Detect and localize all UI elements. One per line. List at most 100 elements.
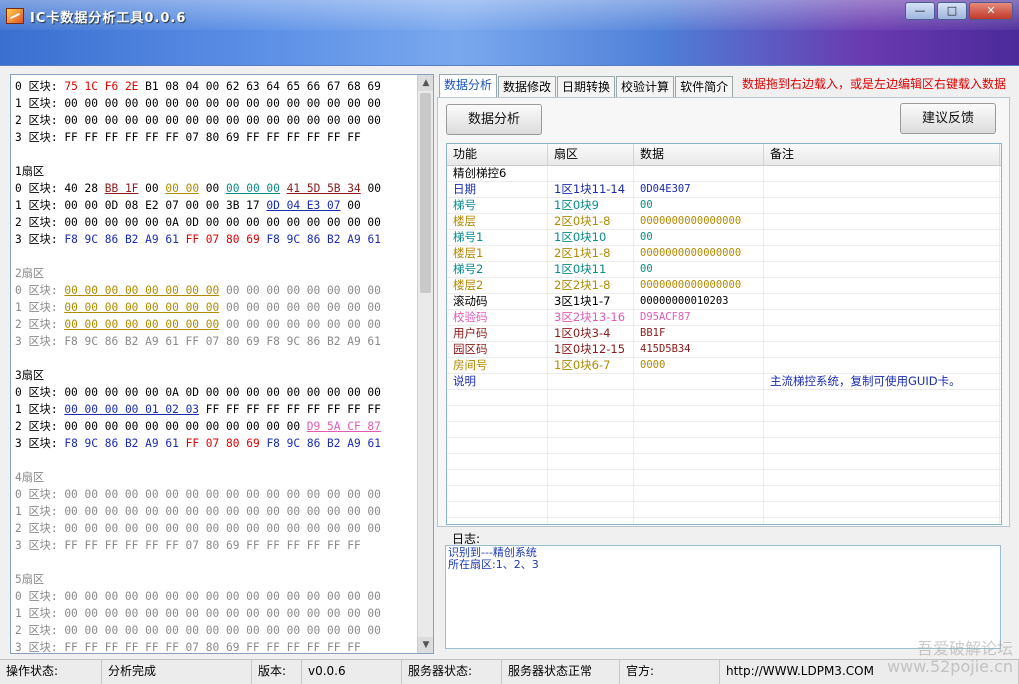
result-grid[interactable]: 功能 扇区 数据 备注 精创梯控6 日期 1区1块11-14 0D04E307 梯号 1区… [446,143,1002,525]
hex-segment: FF FF FF FF FF FF FF FF FF [199,403,381,416]
table-cell [447,422,548,437]
table-cell: 1区0块3-4 [548,326,634,341]
hex-segment [179,437,186,450]
table-cell [764,214,1000,229]
table-row[interactable]: 用户码 1区0块3-4 BB1F [447,326,1001,342]
table-cell [548,518,634,524]
hex-line: 0 区块: 00 00 00 00 00 0A 0D 00 00 00 00 0… [15,384,415,401]
hex-line: 3 区块: FF FF FF FF FF FF 07 80 69 FF FF F… [15,639,415,654]
table-cell: 0000000000000000 [634,278,764,293]
hex-segment: 0 区块: 00 00 00 00 00 0A 0D 00 00 00 00 0… [15,386,381,399]
title-bar[interactable]: IC卡数据分析工具0.0.6 — □ ✕ [0,0,1019,66]
table-row[interactable]: 房间号 1区0块6-7 0000 [447,358,1001,374]
hex-line: 2 区块: 00 00 00 00 00 00 00 00 00 00 00 0… [15,622,415,639]
grid-header: 功能 扇区 数据 备注 [447,144,1001,166]
hex-segment: 1 区块: 00 00 00 00 00 00 00 00 00 00 00 0… [15,505,381,518]
hex-segment: FF 07 80 69 [185,233,260,246]
hex-segment: 3 区块: FF FF FF FF FF FF 07 80 69 FF FF F… [15,641,361,654]
table-cell [764,454,1000,469]
table-cell [634,166,764,181]
table-row[interactable]: 梯号2 1区0块11 00 [447,262,1001,278]
window-title: IC卡数据分析工具0.0.6 [30,11,187,26]
table-cell [634,374,764,389]
table-row[interactable]: 说明 主流梯控系统，复制可使用GUID卡。 [447,374,1001,390]
table-cell: 1区0块11 [548,262,634,277]
table-cell: 1区0块10 [548,230,634,245]
close-button[interactable]: ✕ [969,2,1013,20]
table-cell: 1区1块11-14 [548,182,634,197]
scroll-up-icon[interactable]: ▲ [418,75,433,91]
table-cell: BB1F [634,326,764,341]
tab-bar: 数据分析 数据修改 日期转换 校验计算 软件简介 [439,74,734,97]
table-cell [764,246,1000,261]
hex-editor[interactable]: 0 区块: 75 1C F6 2E B1 08 04 00 62 63 64 6… [10,74,434,654]
hex-segment: 41 5D 5B 34 [286,182,361,195]
header-data[interactable]: 数据 [634,144,764,165]
header-note[interactable]: 备注 [764,144,1000,165]
hex-segment: 00 [199,182,227,195]
hex-line: 1 区块: 00 00 00 00 00 00 00 00 00 00 00 0… [15,95,415,112]
hex-line: 2扇区 [15,265,415,282]
feedback-button[interactable]: 建议反馈 [900,103,996,134]
table-cell [447,390,548,405]
hex-segment: 00 00 00 00 00 00 00 00 [64,318,220,331]
hex-segment: 0 区块: [15,284,65,297]
table-row[interactable]: 梯号 1区0块9 00 [447,198,1001,214]
hex-segment: 3扇区 [15,369,45,382]
table-cell: D95ACF87 [634,310,764,325]
hex-segment: 2 区块: 00 00 00 00 00 00 00 00 00 00 00 0… [15,114,381,127]
status-field: v0.0.6 [302,660,402,684]
tab-0[interactable]: 数据分析 [439,74,498,97]
table-cell [548,390,634,405]
maximize-button[interactable]: □ [937,2,967,20]
status-field: 操作状态: [0,660,102,684]
table-cell [764,230,1000,245]
log-textarea[interactable]: 识别到---精创系统 所在扇区:1、2、3 [445,545,1001,649]
hex-segment: 1 区块: [15,403,65,416]
table-cell: 0000 [634,358,764,373]
table-row[interactable]: 园区码 1区0块12-15 415D5B34 [447,342,1001,358]
table-row[interactable]: 日期 1区1块11-14 0D04E307 [447,182,1001,198]
table-cell [764,326,1000,341]
hex-segment [280,182,287,195]
scroll-thumb[interactable] [420,93,431,293]
table-row[interactable]: 精创梯控6 [447,166,1001,182]
minimize-button[interactable]: — [905,2,935,20]
hex-line: 3扇区 [15,367,415,384]
header-function[interactable]: 功能 [447,144,548,165]
table-row[interactable]: 楼层2 2区2块1-8 0000000000000000 [447,278,1001,294]
hex-segment: 00 00 00 00 00 00 00 00 [64,284,220,297]
table-cell: 园区码 [447,342,548,357]
analyze-button[interactable]: 数据分析 [446,104,542,135]
table-cell: 0000000000000000 [634,214,764,229]
hex-lines: 0 区块: 75 1C F6 2E B1 08 04 00 62 63 64 6… [15,78,415,654]
table-row[interactable]: 楼层1 2区1块1-8 0000000000000000 [447,246,1001,262]
table-row[interactable]: 滚动码 3区1块1-7 00000000010203 [447,294,1001,310]
tab-2[interactable]: 日期转换 [557,76,616,97]
scroll-down-icon[interactable]: ▼ [418,637,433,653]
tab-1[interactable]: 数据修改 [498,76,557,97]
table-row-empty [447,390,1001,406]
hex-scrollbar[interactable]: ▲ ▼ [417,75,433,653]
table-cell: 说明 [447,374,548,389]
table-row[interactable]: 梯号1 1区0块10 00 [447,230,1001,246]
table-cell: 00 [634,262,764,277]
header-sector[interactable]: 扇区 [548,144,634,165]
table-row[interactable]: 楼层 2区0块1-8 0000000000000000 [447,214,1001,230]
hex-line: 0 区块: 00 00 00 00 00 00 00 00 00 00 00 0… [15,282,415,299]
table-cell [634,486,764,501]
table-cell: 0D04E307 [634,182,764,197]
tab-3[interactable]: 校验计算 [616,76,675,97]
hex-line: 1 区块: 00 00 00 00 00 00 00 00 00 00 00 0… [15,605,415,622]
hex-line: 4扇区 [15,469,415,486]
table-cell [764,470,1000,485]
table-cell: 滚动码 [447,294,548,309]
hex-line: 1 区块: 00 00 0D 08 E2 07 00 00 3B 17 0D 0… [15,197,415,214]
hex-segment: 1 区块: [15,301,65,314]
hex-line: 5扇区 [15,571,415,588]
table-row[interactable]: 校验码 3区2块13-16 D95ACF87 [447,310,1001,326]
hex-segment: 00 00 00 00 00 00 00 00 [219,284,381,297]
table-row-empty [447,502,1001,518]
tab-4[interactable]: 软件简介 [675,76,734,97]
table-cell [634,502,764,517]
